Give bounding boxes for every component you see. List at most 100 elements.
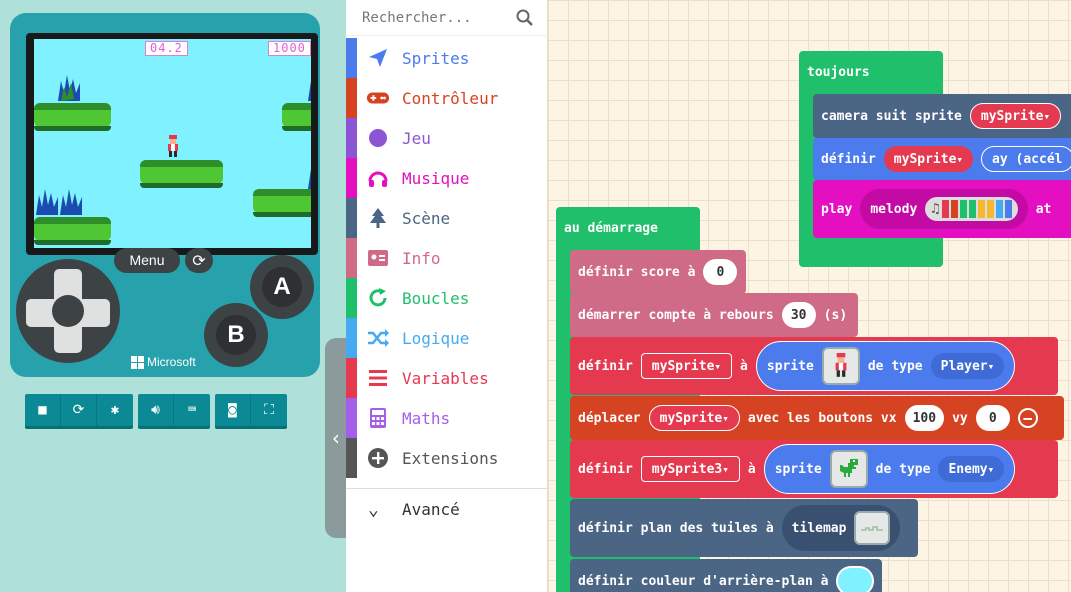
screenshot-icon[interactable]: ◙: [215, 394, 251, 426]
countdown-value-input[interactable]: 30: [781, 302, 816, 328]
play-melody-block[interactable]: play melody ♫ at: [813, 180, 1071, 238]
collapse-simulator-button[interactable]: ‹: [325, 338, 347, 538]
category-scène[interactable]: Scène: [346, 198, 548, 238]
start-countdown-block[interactable]: démarrer compte à rebours 30 (s): [570, 293, 858, 337]
set-tilemap-block[interactable]: définir plan des tuiles à tilemap: [570, 499, 918, 557]
block-label: vy: [952, 410, 968, 426]
kind-dropdown[interactable]: Player: [930, 353, 1005, 379]
category-jeu[interactable]: Jeu: [346, 118, 548, 158]
category-boucles[interactable]: Boucles: [346, 278, 548, 318]
dpad-center: [52, 295, 84, 327]
sprite-expression[interactable]: sprite de type Enemy: [763, 444, 1016, 494]
score-display: 1000: [268, 41, 311, 56]
category-info[interactable]: Info: [346, 238, 548, 278]
plus-circle-icon: [366, 446, 390, 470]
category-maths[interactable]: Maths: [346, 398, 548, 438]
category-label: Jeu: [402, 128, 431, 148]
game-screen[interactable]: 04.2 1000: [26, 33, 318, 255]
camera-follow-block[interactable]: camera suit sprite mySprite: [813, 94, 1071, 138]
dpad[interactable]: [16, 259, 120, 363]
chevron-down-icon: ⌄: [368, 499, 379, 520]
category-musique[interactable]: Musique: [346, 158, 548, 198]
advanced-label: Avancé: [402, 500, 460, 519]
tilemap-expression[interactable]: tilemap: [781, 505, 901, 551]
kind-dropdown[interactable]: Enemy: [938, 456, 1005, 482]
simulator-panel: 04.2 1000 Menu ⟳ A B Microsoft ■ ⟳ ✱ 🔊︎ …: [0, 0, 347, 592]
forever-hat-label: toujours: [807, 65, 870, 80]
property-dropdown[interactable]: ay (accél: [981, 146, 1071, 172]
b-button[interactable]: B: [204, 303, 268, 367]
set-score-block[interactable]: définir score à 0: [570, 250, 746, 294]
block-label: avec les boutons vx: [747, 410, 897, 426]
advanced-toggle[interactable]: ⌄ Avancé: [346, 488, 548, 530]
block-label: play: [821, 201, 853, 217]
grass-icon: [308, 169, 311, 189]
menu-button[interactable]: Menu: [114, 248, 180, 273]
player-image-icon[interactable]: [821, 347, 860, 385]
set-sprite-block[interactable]: définir mySprite à sprite de type Player: [570, 337, 1058, 395]
block-label: définir: [821, 151, 876, 167]
block-label: à: [747, 461, 756, 477]
dino-image-icon[interactable]: [829, 450, 868, 488]
melody-label: melody: [870, 201, 918, 217]
remove-icon[interactable]: −: [1017, 408, 1038, 428]
melody-editor[interactable]: ♫: [925, 197, 1018, 221]
category-color-bar: [346, 318, 357, 358]
search-icon[interactable]: [516, 9, 534, 27]
stop-icon[interactable]: ■: [25, 394, 61, 426]
set-sprite-property-block[interactable]: définir mySprite ay (accél: [813, 138, 1071, 180]
category-label: Scène: [402, 208, 451, 228]
category-logique[interactable]: Logique: [346, 318, 548, 358]
blocks-workspace[interactable]: toujours camera suit sprite mySprite déf…: [548, 0, 1071, 592]
category-sprites[interactable]: Sprites: [346, 38, 548, 78]
keyboard-icon[interactable]: ⌨︎: [174, 394, 210, 426]
sprite-expression[interactable]: sprite de type Player: [755, 341, 1016, 391]
melody-field[interactable]: melody ♫: [860, 189, 1028, 229]
variable-dropdown[interactable]: mySprite: [648, 405, 740, 431]
variable-dropdown[interactable]: mySprite: [640, 353, 733, 379]
category-color-bar: [346, 398, 357, 438]
category-contrôleur[interactable]: Contrôleur: [346, 78, 548, 118]
variable-dropdown[interactable]: mySprite: [969, 103, 1062, 129]
a-button-label: A: [262, 267, 302, 307]
a-button[interactable]: A: [250, 255, 314, 319]
fullscreen-icon[interactable]: ⛶: [251, 394, 287, 426]
game-viewport: 04.2 1000: [34, 39, 311, 248]
volume-icon[interactable]: 🔊︎: [138, 394, 174, 426]
category-variables[interactable]: Variables: [346, 358, 548, 398]
debug-icon[interactable]: ✱: [97, 394, 133, 426]
category-color-bar: [346, 198, 357, 238]
category-color-bar: [346, 118, 357, 158]
gamepad-icon: [366, 86, 390, 110]
block-label: définir plan des tuiles à: [578, 520, 774, 536]
on-start-hat-label: au démarrage: [564, 221, 658, 236]
color-swatch[interactable]: [836, 566, 875, 592]
restart-icon[interactable]: ⟳: [61, 394, 97, 426]
tilemap-image-icon[interactable]: [854, 511, 891, 545]
category-label: Sprites: [402, 48, 470, 68]
grass-icon: [36, 189, 58, 215]
circle-icon: [366, 126, 390, 150]
toolbar-group: ■ ⟳ ✱: [25, 394, 133, 426]
tree-icon: [366, 206, 390, 230]
vy-input[interactable]: 0: [975, 405, 1010, 431]
category-label: Info: [402, 248, 441, 268]
variable-dropdown[interactable]: mySprite3: [640, 456, 740, 482]
variable-dropdown[interactable]: mySprite: [883, 146, 974, 172]
block-label: tilemap: [791, 520, 847, 536]
category-color-bar: [346, 438, 357, 478]
search-input[interactable]: Rechercher...: [346, 0, 548, 36]
score-value-input[interactable]: 0: [703, 259, 738, 285]
toolbox: Rechercher... Sprites Contrôleur Jeu Musiqu…: [346, 0, 548, 592]
category-extensions[interactable]: Extensions: [346, 438, 548, 478]
category-color-bar: [346, 358, 357, 398]
reset-icon[interactable]: ⟳: [185, 248, 213, 273]
vx-input[interactable]: 100: [904, 405, 945, 431]
move-with-buttons-block[interactable]: déplacer mySprite avec les boutons vx 10…: [570, 396, 1064, 440]
platform: [140, 160, 223, 188]
category-color-bar: [346, 278, 357, 318]
platform: [282, 103, 311, 131]
set-sprite3-block[interactable]: définir mySprite3 à sprite de type Enemy: [570, 440, 1058, 498]
unit-label: (s): [823, 307, 848, 323]
set-background-color-block[interactable]: définir couleur d'arrière-plan à: [570, 559, 882, 592]
